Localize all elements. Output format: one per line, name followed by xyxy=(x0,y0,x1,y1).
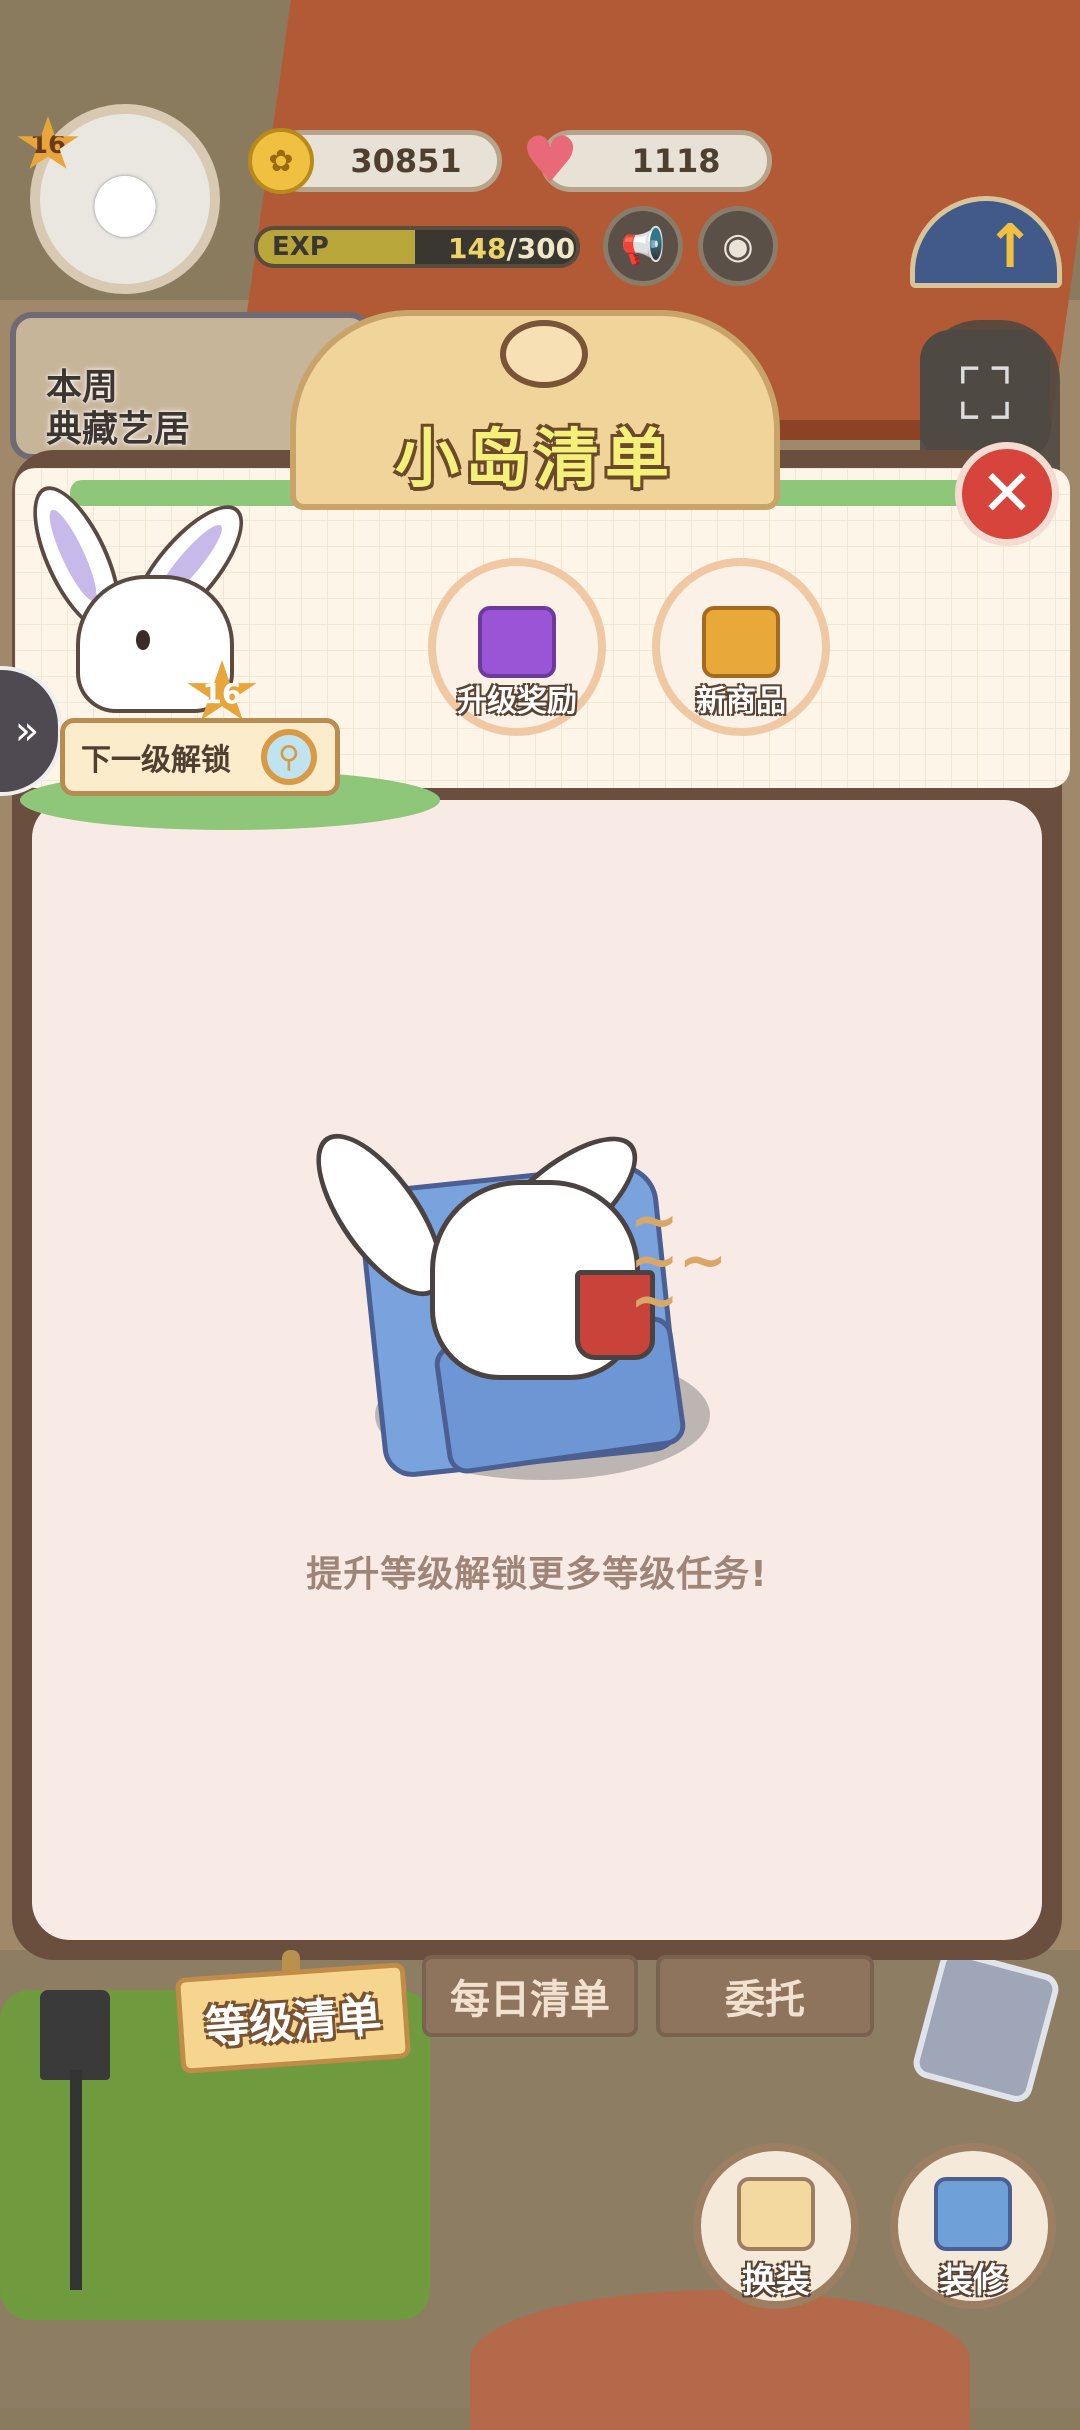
fullscreen-button[interactable]: ⛶ xyxy=(920,330,1050,460)
arrow-up-icon: ↑ xyxy=(985,212,1036,282)
decorate-icon xyxy=(934,2177,1012,2251)
bunny-avatar-icon: ● xyxy=(90,152,160,246)
reward-upgrade-label: 升级奖励 xyxy=(457,684,577,719)
coin-icon: ✿ xyxy=(248,128,314,194)
fullscreen-icon: ⛶ xyxy=(959,352,1011,436)
steam-icon: ~ ~~ ~ xyxy=(630,1186,728,1334)
tab-level-list[interactable]: 等级清单 xyxy=(174,1962,412,2074)
magnifier-icon: ⚲ xyxy=(261,729,317,785)
announcement-button[interactable]: 📢 xyxy=(603,206,683,286)
heart-icon: ♥ xyxy=(521,124,579,198)
close-button[interactable]: ✕ xyxy=(955,442,1059,546)
exp-value: 148/300 xyxy=(448,232,576,265)
weekly-label-line2: 典藏艺居 xyxy=(46,409,191,450)
decorate-label: 装修 xyxy=(939,2261,1007,2301)
camera-icon: ◉ xyxy=(722,225,754,267)
chevron-right-icon: » xyxy=(14,708,40,754)
megaphone-icon: 📢 xyxy=(620,226,666,267)
bunny-mascot xyxy=(15,474,262,713)
reward-new-items-button[interactable]: 新商品 xyxy=(652,558,830,736)
screenshot-button[interactable]: ◉ xyxy=(698,206,778,286)
outfit-label: 换装 xyxy=(742,2261,810,2301)
exp-max: 300 xyxy=(516,232,576,265)
outfit-button[interactable]: 换装 xyxy=(693,2143,859,2309)
next-level-unlock-button[interactable]: 下一级解锁 ⚲ xyxy=(60,718,340,796)
exp-current: 148 xyxy=(448,232,507,265)
gift-box-icon xyxy=(478,606,556,678)
outfit-icon xyxy=(737,2177,815,2251)
reward-upgrade-button[interactable]: 升级奖励 xyxy=(428,558,606,736)
title-plaque-hole xyxy=(500,320,588,388)
exp-label: EXP xyxy=(272,232,329,262)
empty-state-message: 提升等级解锁更多等级任务! xyxy=(306,1554,768,1595)
bag-icon xyxy=(702,606,780,678)
reward-new-items-label: 新商品 xyxy=(696,684,786,719)
tab-commission[interactable]: 委托 xyxy=(656,1955,874,2037)
decorate-button[interactable]: 装修 xyxy=(890,2143,1056,2309)
coin-value: 30851 xyxy=(350,142,462,180)
exp-separator: / xyxy=(506,232,517,265)
next-level-unlock-label: 下一级解锁 xyxy=(81,743,231,778)
player-avatar[interactable]: ● xyxy=(30,104,220,294)
tab-daily-list[interactable]: 每日清单 xyxy=(422,1955,638,2037)
close-icon: ✕ xyxy=(980,457,1034,531)
exp-bar: EXP 148/300 xyxy=(254,226,580,268)
background-hat xyxy=(470,2290,970,2430)
street-lamp xyxy=(40,1990,110,2290)
panel-title: 小岛清单 xyxy=(395,423,675,497)
heart-value: 1118 xyxy=(631,142,721,180)
